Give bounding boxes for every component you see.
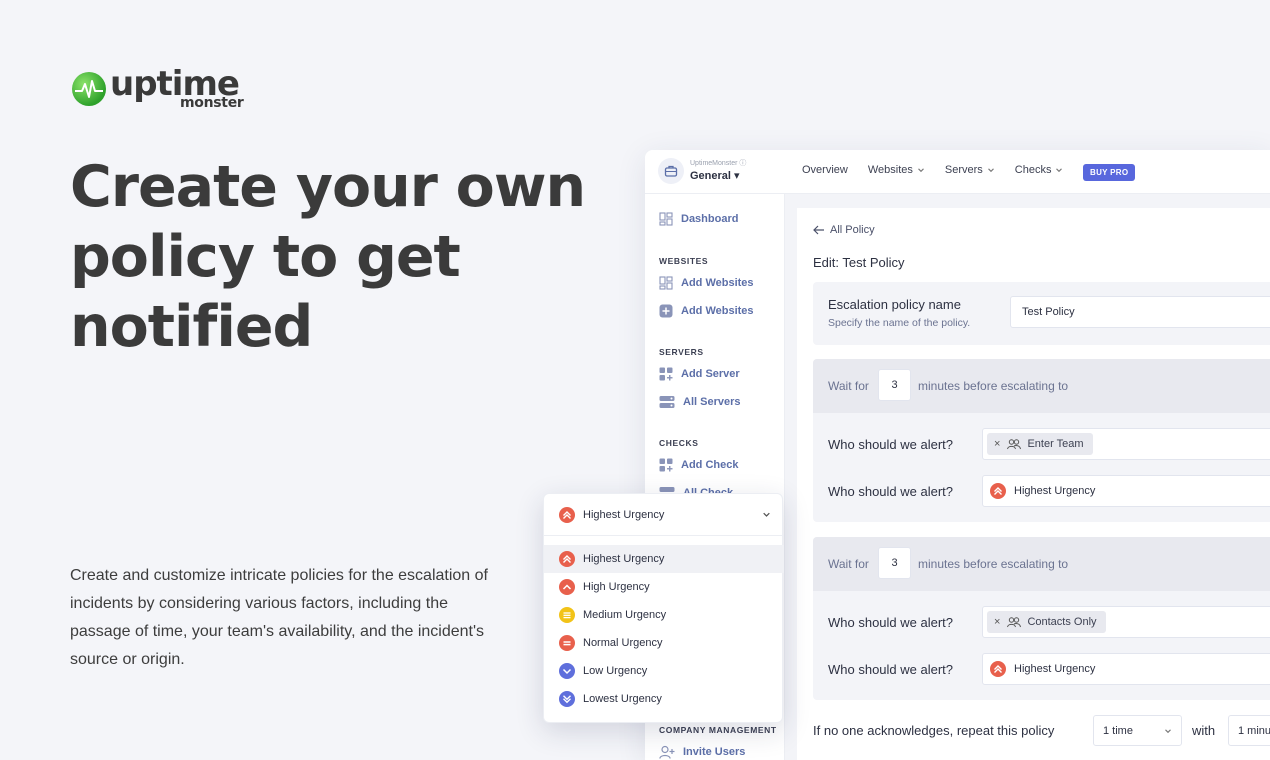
caret-down-icon: ▾ — [734, 170, 740, 182]
urgency-option-lowest[interactable]: Lowest Urgency — [544, 685, 784, 713]
info-icon: ⓘ — [739, 160, 747, 167]
chevron-down-icon — [1056, 168, 1063, 173]
hero-description: Create and customize intricate policies … — [70, 567, 488, 668]
alert-target-select[interactable]: × Contacts Only — [982, 606, 1270, 638]
lines-icon — [559, 607, 575, 623]
chevron-down-icon — [559, 663, 575, 679]
heartbeat-logo-icon — [72, 72, 106, 106]
server-icon — [659, 396, 675, 408]
arrow-left-icon — [813, 225, 824, 235]
urgency-option-high[interactable]: High Urgency — [544, 573, 784, 601]
sidebar-heading-servers: SERVERS — [659, 347, 704, 357]
org-name: General ▾ — [690, 170, 740, 182]
urgency-dropdown: Highest Urgency Highest Urgency High Urg… — [543, 493, 784, 723]
alert-label: Who should we alert? — [828, 484, 954, 499]
double-chevron-up-icon — [559, 506, 575, 523]
wait-minutes-input[interactable]: 3 — [878, 547, 911, 579]
dropdown-selected-value: Highest Urgency — [583, 508, 665, 521]
buy-pro-button[interactable]: BUY PRO — [1083, 164, 1136, 181]
policy-name-panel: Escalation policy name Specify the name … — [813, 282, 1270, 345]
sidebar-item-add-websites-2[interactable]: Add Websites — [659, 304, 754, 318]
nav-servers[interactable]: Servers — [945, 164, 995, 176]
add-grid-icon — [659, 367, 673, 381]
urgency-select[interactable]: Highest Urgency — [982, 653, 1270, 685]
selected-target-chip[interactable]: × Enter Team — [987, 433, 1093, 455]
repeat-interval-select[interactable]: 1 minu — [1228, 715, 1270, 746]
double-chevron-down-icon — [559, 691, 575, 707]
team-icon — [1007, 616, 1022, 627]
logo-subword: monster — [180, 95, 244, 111]
urgency-select[interactable]: Highest Urgency — [982, 475, 1270, 507]
double-chevron-up-icon — [990, 661, 1006, 677]
escalation-step-1: Wait for 3 minutes before escalating to … — [813, 359, 1270, 522]
alert-label: Who should we alert? — [828, 615, 954, 630]
alert-label: Who should we alert? — [828, 662, 954, 677]
remove-icon[interactable]: × — [994, 616, 1000, 628]
with-label: with — [1192, 723, 1216, 738]
double-chevron-up-icon — [559, 551, 575, 567]
sidebar-item-add-websites[interactable]: Add Websites — [659, 276, 754, 290]
sidebar-item-add-check[interactable]: Add Check — [659, 458, 738, 472]
sidebar-item-invite-users[interactable]: Invite Users — [659, 745, 745, 759]
chevron-up-icon — [559, 579, 575, 595]
selected-target-chip[interactable]: × Contacts Only — [987, 611, 1106, 633]
urgency-option-highest[interactable]: Highest Urgency — [544, 545, 784, 573]
repeat-times-select[interactable]: 1 time — [1093, 715, 1182, 746]
equals-icon — [559, 635, 575, 651]
team-icon — [1007, 438, 1022, 449]
chevron-down-icon — [763, 512, 770, 517]
wait-suffix: minutes before escalating to — [918, 379, 1069, 393]
urgency-value: Highest Urgency — [1014, 485, 1096, 497]
uptime-monster-logo: uptime monster — [72, 64, 244, 112]
sidebar-heading-company: COMPANY MANAGEMENT — [659, 725, 777, 735]
wait-suffix: minutes before escalating to — [918, 557, 1069, 571]
urgency-option-low[interactable]: Low Urgency — [544, 657, 784, 685]
briefcase-icon — [658, 158, 684, 184]
dashboard-icon — [659, 212, 673, 226]
page-title: Edit: Test Policy — [813, 255, 905, 270]
sidebar-item-all-servers[interactable]: All Servers — [659, 395, 740, 409]
escalation-step-2: Wait for 3 minutes before escalating to … — [813, 537, 1270, 700]
user-plus-icon — [659, 745, 675, 759]
repeat-label: If no one acknowledges, repeat this poli… — [813, 723, 1055, 738]
alert-label: Who should we alert? — [828, 437, 954, 452]
nav-websites[interactable]: Websites — [868, 164, 925, 176]
sidebar-heading-websites: WEBSITES — [659, 256, 709, 266]
org-product-label: UptimeMonster ⓘ — [690, 160, 747, 167]
policy-name-input[interactable]: Test Policy — [1010, 296, 1270, 328]
wait-prefix: Wait for — [828, 557, 869, 571]
nav-checks[interactable]: Checks — [1015, 164, 1064, 176]
wait-minutes-input[interactable]: 3 — [878, 369, 911, 401]
top-bar: UptimeMonster ⓘ General ▾ Overview Websi… — [645, 150, 1270, 194]
hero-title: Create your own policy to get notified — [70, 154, 586, 360]
alert-target-select[interactable]: × Enter Team — [982, 428, 1270, 460]
grid-icon — [659, 276, 673, 290]
urgency-dropdown-trigger[interactable]: Highest Urgency — [544, 494, 784, 536]
wait-prefix: Wait for — [828, 379, 869, 393]
chevron-down-icon — [1165, 729, 1171, 734]
policy-editor: All Policy Edit: Test Policy Escalation … — [797, 208, 1270, 760]
remove-icon[interactable]: × — [994, 438, 1000, 450]
main-nav: Overview Websites Servers Checks — [802, 164, 1083, 176]
urgency-option-normal[interactable]: Normal Urgency — [544, 629, 784, 657]
double-chevron-up-icon — [990, 483, 1006, 499]
add-grid-icon — [659, 458, 673, 472]
sidebar-item-add-server[interactable]: Add Server — [659, 367, 740, 381]
plus-square-icon — [659, 304, 673, 318]
urgency-value: Highest Urgency — [1014, 663, 1096, 675]
sidebar-heading-checks: CHECKS — [659, 438, 699, 448]
back-to-all-policy-link[interactable]: All Policy — [813, 224, 875, 236]
policy-name-hint: Specify the name of the policy. — [828, 317, 971, 329]
chevron-down-icon — [918, 168, 924, 173]
policy-name-label: Escalation policy name — [828, 297, 961, 312]
sidebar-item-dashboard[interactable]: Dashboard — [659, 212, 738, 226]
chevron-down-icon — [987, 168, 994, 173]
nav-overview[interactable]: Overview — [802, 164, 848, 176]
urgency-option-medium[interactable]: Medium Urgency — [544, 601, 784, 629]
